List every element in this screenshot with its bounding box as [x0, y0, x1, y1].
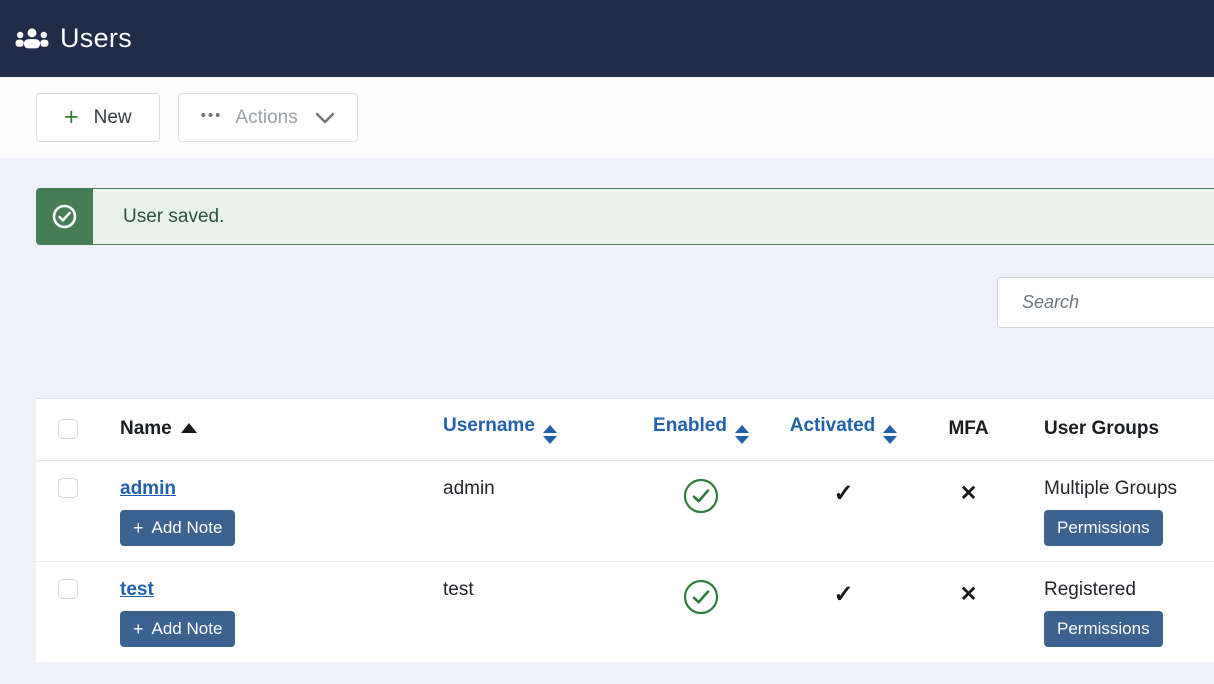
users-table: Name Username Enabled Activated MFA User…	[36, 399, 1214, 662]
users-manager-page: Users + New ••• Actions User saved.	[0, 0, 1214, 684]
sort-icon	[883, 425, 897, 444]
add-note-button[interactable]: + Add Note	[120, 611, 235, 647]
column-header-mfa: MFA	[901, 399, 1036, 460]
column-header-activated-label: Activated	[790, 415, 876, 436]
add-note-label: Add Note	[152, 518, 223, 538]
username-cell: admin	[426, 460, 616, 561]
plus-icon: +	[133, 620, 144, 638]
table-row: test + Add Note test	[36, 561, 1214, 662]
username-cell: test	[426, 561, 616, 662]
search-input[interactable]	[997, 277, 1214, 328]
select-all-checkbox[interactable]	[58, 419, 78, 439]
enabled-circle-check-icon[interactable]	[683, 498, 719, 519]
alert-message: User saved.	[93, 188, 1214, 245]
permissions-label: Permissions	[1057, 518, 1150, 538]
page-title: Users	[60, 23, 132, 54]
activated-check-icon: ✓	[833, 478, 853, 507]
row-checkbox[interactable]	[58, 579, 78, 599]
column-header-name-label: Name	[120, 418, 172, 439]
row-checkbox[interactable]	[58, 478, 78, 498]
column-header-enabled[interactable]: Enabled	[616, 399, 786, 460]
table-row: admin + Add Note admin	[36, 460, 1214, 561]
permissions-label: Permissions	[1057, 619, 1150, 639]
sort-icon	[735, 425, 749, 444]
add-note-label: Add Note	[152, 619, 223, 639]
user-group-label: Registered	[1044, 579, 1136, 600]
sort-icon	[543, 425, 557, 444]
column-header-username[interactable]: Username	[426, 399, 616, 460]
actions-button-label: Actions	[235, 107, 297, 129]
user-name-link[interactable]: test	[120, 579, 154, 600]
column-header-enabled-label: Enabled	[653, 415, 727, 436]
column-header-user-groups: User Groups	[1036, 399, 1214, 460]
mfa-cross-icon: ✕	[960, 478, 978, 505]
permissions-button[interactable]: Permissions	[1044, 510, 1163, 546]
actions-dropdown-button[interactable]: ••• Actions	[178, 93, 358, 142]
user-name-link[interactable]: admin	[120, 478, 176, 499]
ellipsis-icon: •••	[201, 108, 223, 123]
add-note-button[interactable]: + Add Note	[120, 510, 235, 546]
users-table-card: Name Username Enabled Activated MFA User…	[36, 398, 1214, 662]
table-header-row: Name Username Enabled Activated MFA User…	[36, 399, 1214, 460]
new-button-label: New	[94, 107, 132, 129]
chevron-down-icon	[315, 112, 335, 124]
enabled-circle-check-icon[interactable]	[683, 599, 719, 620]
users-icon	[14, 25, 50, 53]
success-alert: User saved.	[36, 188, 1214, 245]
sort-ascending-icon	[181, 423, 197, 433]
column-header-name[interactable]: Name	[100, 399, 426, 460]
plus-icon: +	[133, 519, 144, 537]
new-button[interactable]: + New	[36, 93, 160, 142]
toolbar: + New ••• Actions	[0, 77, 1214, 158]
user-group-label: Multiple Groups	[1044, 478, 1177, 499]
permissions-button[interactable]: Permissions	[1044, 611, 1163, 647]
app-header: Users	[0, 0, 1214, 77]
alert-check-circle-icon	[36, 188, 93, 245]
plus-icon: +	[64, 105, 79, 130]
mfa-cross-icon: ✕	[960, 579, 978, 606]
column-header-activated[interactable]: Activated	[786, 399, 901, 460]
activated-check-icon: ✓	[833, 579, 853, 608]
column-header-username-label: Username	[443, 415, 535, 436]
